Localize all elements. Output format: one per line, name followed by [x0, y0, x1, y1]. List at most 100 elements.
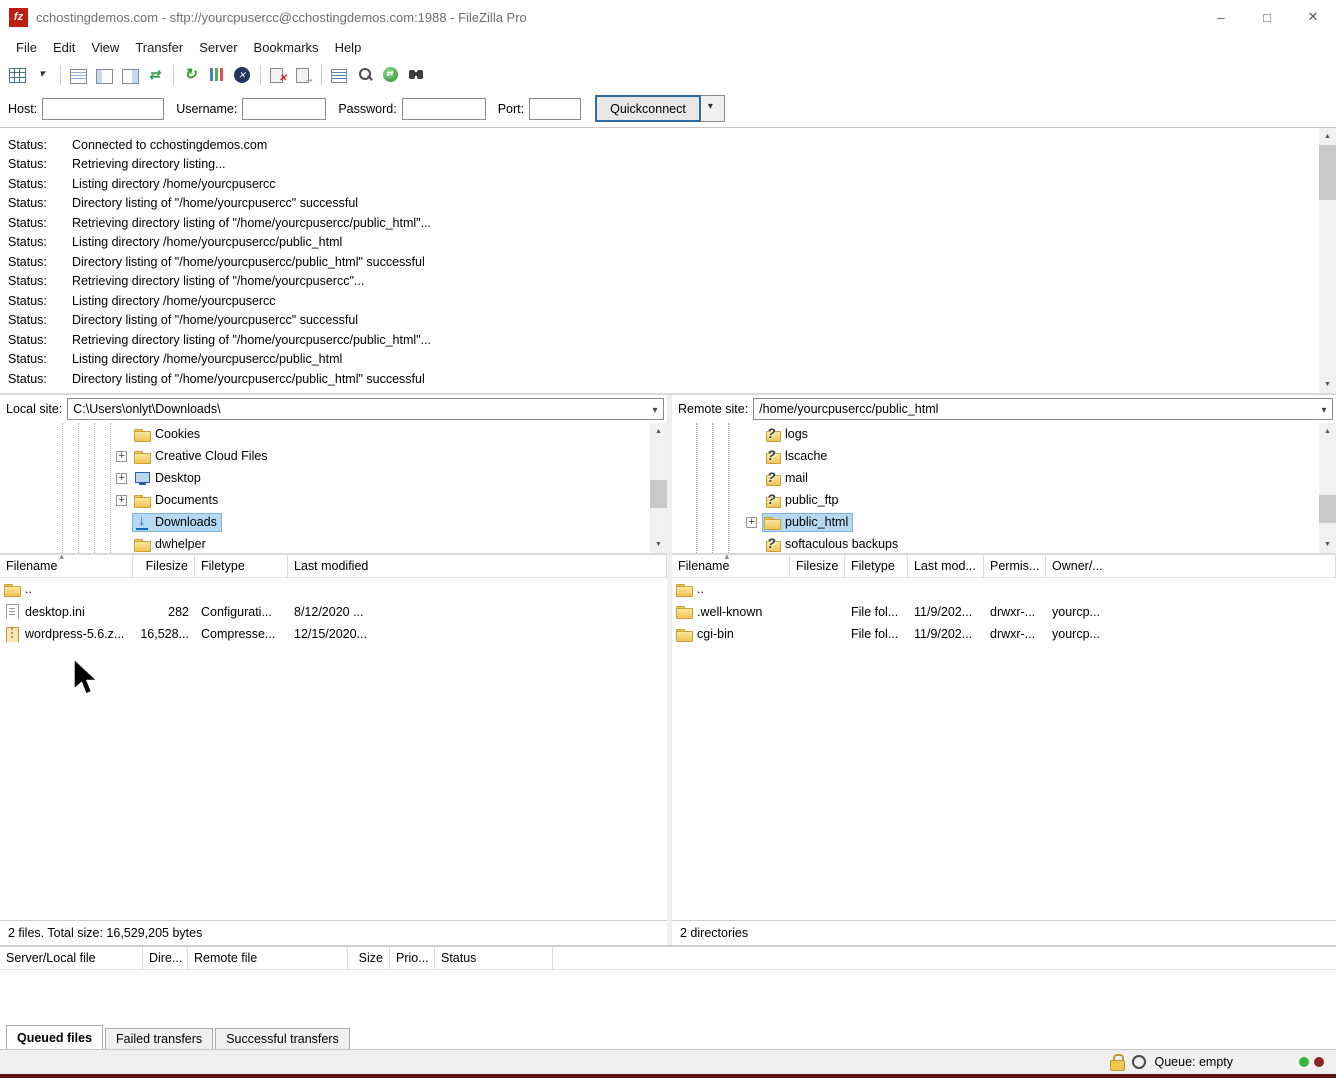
column-remote-file[interactable]: Remote file — [188, 947, 348, 969]
column-priority[interactable]: Prio... — [390, 947, 435, 969]
cancel-icon[interactable] — [230, 63, 256, 87]
tree-item-label: dwhelper — [155, 537, 206, 551]
port-input[interactable] — [529, 98, 581, 120]
title-bar[interactable]: fz cchostingdemos.com - sftp://yourcpuse… — [0, 0, 1336, 34]
column-filetype[interactable]: Filetype — [195, 555, 288, 577]
menu-item[interactable]: Bookmarks — [246, 36, 327, 59]
file-row[interactable]: .. — [0, 578, 667, 601]
expand-icon[interactable] — [116, 473, 127, 484]
filter-icon[interactable] — [326, 63, 352, 87]
column-filetype[interactable]: Filetype — [845, 555, 908, 577]
tree-item[interactable]: softaculous backups — [672, 533, 1336, 555]
scroll-down-icon[interactable] — [1319, 536, 1336, 553]
quickconnect-dropdown[interactable] — [701, 95, 725, 122]
toggle-local-tree-icon[interactable] — [91, 63, 117, 87]
column-filename[interactable]: Filename — [672, 555, 790, 577]
menu-item[interactable]: Server — [191, 36, 245, 59]
tree-item-label: Creative Cloud Files — [155, 449, 268, 463]
tree-item[interactable]: logs — [672, 423, 1336, 445]
column-status[interactable]: Status — [435, 947, 553, 969]
find-files-icon[interactable] — [404, 63, 430, 87]
scroll-up-icon[interactable] — [650, 423, 667, 440]
maximize-button[interactable]: □ — [1244, 0, 1290, 34]
toggle-remote-tree-icon[interactable] — [117, 63, 143, 87]
tree-item[interactable]: dwhelper — [0, 533, 667, 555]
scroll-thumb[interactable] — [1319, 145, 1336, 200]
minimize-button[interactable]: – — [1198, 0, 1244, 34]
queue-tab[interactable]: Failed transfers — [105, 1028, 213, 1049]
remote-path-combo[interactable]: /home/yourcpusercc/public_html — [753, 398, 1333, 420]
queue-list[interactable] — [0, 970, 1336, 1023]
file-row[interactable]: wordpress-5.6.z... 16,528... Compresse..… — [0, 623, 667, 646]
scroll-thumb[interactable] — [1319, 495, 1336, 523]
username-input[interactable] — [242, 98, 326, 120]
scroll-thumb[interactable] — [650, 480, 667, 508]
scroll-down-icon[interactable] — [1319, 376, 1336, 393]
menu-item[interactable]: Edit — [45, 36, 83, 59]
file-row[interactable]: desktop.ini 282 Configurati... 8/12/2020… — [0, 601, 667, 624]
site-manager-icon[interactable] — [4, 63, 30, 87]
menu-item[interactable]: Transfer — [127, 36, 191, 59]
quickconnect-button[interactable]: Quickconnect — [595, 95, 701, 122]
file-row[interactable]: cgi-bin File fol... 11/9/202... drwxr-..… — [672, 623, 1336, 646]
lock-icon[interactable] — [1110, 1054, 1124, 1070]
scroll-down-icon[interactable] — [650, 536, 667, 553]
column-direction[interactable]: Dire... — [143, 947, 188, 969]
column-server-local-file[interactable]: Server/Local file — [0, 947, 143, 969]
close-button[interactable]: ✕ — [1290, 0, 1336, 34]
chevron-down-icon[interactable] — [1316, 402, 1332, 416]
sync-browsing-icon[interactable] — [378, 63, 404, 87]
refresh-icon[interactable] — [178, 63, 204, 87]
chevron-down-icon[interactable] — [647, 402, 663, 416]
tree-item[interactable]: public_html — [672, 511, 1336, 533]
file-row[interactable]: .. — [672, 578, 1336, 601]
column-permissions[interactable]: Permis... — [984, 555, 1046, 577]
file-row[interactable]: .well-known File fol... 11/9/202... drwx… — [672, 601, 1336, 624]
disconnect-icon[interactable] — [265, 63, 291, 87]
remote-tree-scrollbar[interactable] — [1319, 423, 1336, 553]
tree-item[interactable]: lscache — [672, 445, 1336, 467]
local-tree-scrollbar[interactable] — [650, 423, 667, 553]
scroll-up-icon[interactable] — [1319, 128, 1336, 145]
expand-icon[interactable] — [116, 495, 127, 506]
column-last-modified[interactable]: Last modified — [288, 555, 667, 577]
menu-item[interactable]: File — [8, 36, 45, 59]
tree-item[interactable]: Documents — [0, 489, 667, 511]
site-manager-dropdown-icon[interactable] — [30, 63, 56, 87]
log-scrollbar[interactable] — [1319, 128, 1336, 393]
column-filesize[interactable]: Filesize — [790, 555, 845, 577]
scroll-up-icon[interactable] — [1319, 423, 1336, 440]
tree-item[interactable]: Creative Cloud Files — [0, 445, 667, 467]
expand-icon[interactable] — [116, 451, 127, 462]
column-owner[interactable]: Owner/... — [1046, 555, 1336, 577]
toggle-queue-icon[interactable] — [143, 63, 169, 87]
column-filesize[interactable]: Filesize — [133, 555, 195, 577]
column-last-modified[interactable]: Last mod... — [908, 555, 984, 577]
notification-icon[interactable] — [1132, 1055, 1146, 1069]
column-filename[interactable]: Filename — [0, 555, 133, 577]
host-input[interactable] — [42, 98, 164, 120]
tree-item[interactable]: mail — [672, 467, 1336, 489]
menu-item[interactable]: View — [83, 36, 127, 59]
expand-icon[interactable] — [746, 517, 757, 528]
reconnect-icon[interactable] — [291, 63, 317, 87]
tree-item[interactable]: public_ftp — [672, 489, 1336, 511]
tree-item[interactable]: Cookies — [0, 423, 667, 445]
queue-tab[interactable]: Successful transfers — [215, 1028, 350, 1049]
tree-item[interactable]: Desktop — [0, 467, 667, 489]
local-path-combo[interactable]: C:\Users\onlyt\Downloads\ — [67, 398, 664, 420]
folder-icon — [764, 493, 781, 508]
menu-item[interactable]: Help — [327, 36, 370, 59]
column-size[interactable]: Size — [348, 947, 390, 969]
file-modified: 8/12/2020 ... — [288, 605, 667, 619]
tree-item[interactable]: Downloads — [0, 511, 667, 533]
menu-bar: FileEditViewTransferServerBookmarksHelp — [0, 34, 1336, 60]
file-name: cgi-bin — [697, 627, 734, 641]
queue-tab[interactable]: Queued files — [6, 1025, 103, 1049]
folder-icon — [134, 427, 151, 442]
process-queue-icon[interactable] — [204, 63, 230, 87]
password-input[interactable] — [402, 98, 486, 120]
local-pane: Local site: C:\Users\onlyt\Downloads\ — [0, 395, 667, 945]
toggle-message-log-icon[interactable] — [65, 63, 91, 87]
compare-icon[interactable] — [352, 63, 378, 87]
